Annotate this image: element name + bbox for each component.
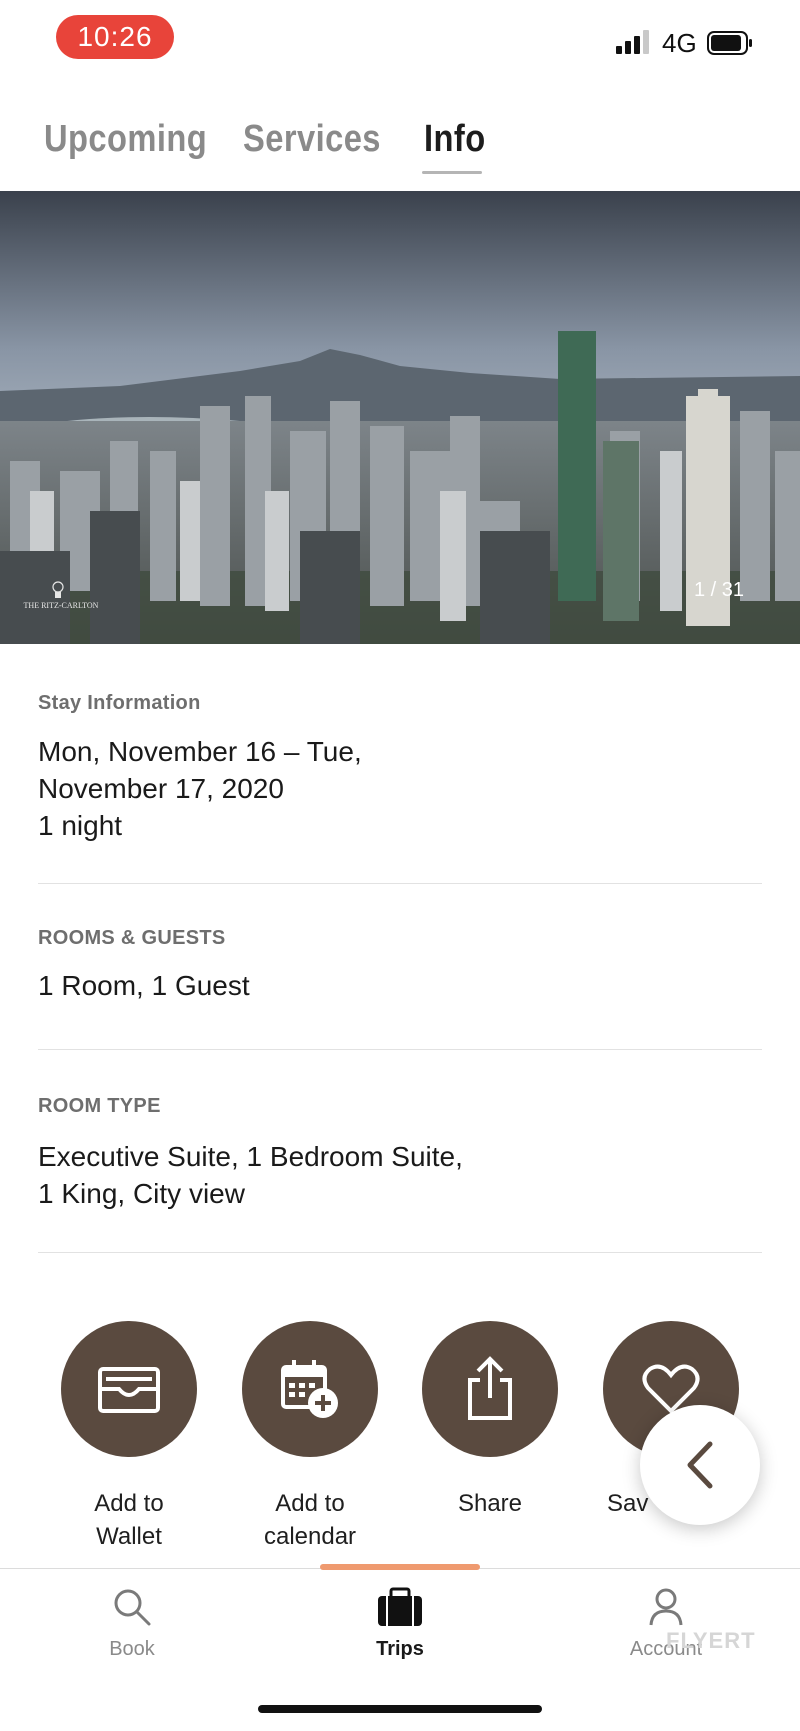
hotel-photo-carousel[interactable]: 1 / 31 xyxy=(0,191,800,644)
status-time: 10:26 xyxy=(56,15,174,59)
add-to-wallet-button[interactable]: Add to Wallet xyxy=(61,1321,197,1553)
active-tab-underline xyxy=(422,171,482,174)
chevron-left-icon xyxy=(687,1441,713,1489)
divider xyxy=(38,1049,762,1050)
top-tabs: Upcoming Services Info xyxy=(0,110,800,190)
add-to-wallet-label-line2: Wallet xyxy=(96,1523,162,1550)
stay-info-label: Stay Information xyxy=(38,692,201,714)
stay-dates-line2: November 17, 2020 xyxy=(38,773,284,804)
floating-back-button[interactable] xyxy=(640,1405,760,1525)
watermark: FLYERT xyxy=(666,1628,756,1653)
room-type-line2: 1 King, City view xyxy=(38,1178,245,1209)
calendar-add-icon xyxy=(281,1360,338,1418)
add-to-calendar-label-line2: calendar xyxy=(263,1523,357,1550)
add-to-calendar-label-line1: Add to xyxy=(275,1490,345,1517)
share-button[interactable]: Share xyxy=(422,1321,558,1520)
tab-info[interactable]: Info xyxy=(424,118,486,161)
briefcase-icon xyxy=(378,1587,422,1626)
share-label: Share xyxy=(457,1490,523,1517)
nav-book[interactable]: Book xyxy=(72,1587,192,1661)
room-type-line1: Executive Suite, 1 Bedroom Suite, xyxy=(38,1141,463,1172)
status-bar: 10:26 4G xyxy=(0,0,800,80)
divider xyxy=(38,1252,762,1253)
tab-upcoming[interactable]: Upcoming xyxy=(44,118,207,161)
tab-services[interactable]: Services xyxy=(243,118,381,161)
rooms-guests-value: 1 Room, 1 Guest xyxy=(38,970,250,1001)
add-to-calendar-circle[interactable] xyxy=(242,1321,378,1457)
svg-text:THE RITZ-CARLTON: THE RITZ-CARLTON xyxy=(24,601,99,610)
share-icon xyxy=(468,1356,512,1420)
ritz-carlton-logo: THE RITZ-CARLTON xyxy=(14,578,109,617)
cellular-signal-icon xyxy=(616,30,649,54)
home-indicator[interactable] xyxy=(258,1705,542,1713)
battery-icon xyxy=(707,31,752,55)
add-to-wallet-label-line1: Add to xyxy=(94,1490,164,1517)
add-to-wallet-circle[interactable] xyxy=(61,1321,197,1457)
divider xyxy=(38,883,762,884)
active-nav-indicator xyxy=(320,1564,480,1570)
room-type-label: ROOM TYPE xyxy=(38,1095,161,1117)
photo-counter: 1 / 31 xyxy=(693,579,744,601)
stay-nights: 1 night xyxy=(38,810,123,841)
rooms-guests-label: ROOMS & GUESTS xyxy=(38,927,226,949)
wallet-icon xyxy=(98,1367,160,1413)
add-to-calendar-button[interactable]: Add to calendar xyxy=(242,1321,378,1553)
nav-book-label: Book xyxy=(109,1638,155,1660)
nav-trips[interactable]: Trips xyxy=(340,1587,460,1661)
person-icon xyxy=(649,1588,683,1626)
share-circle[interactable] xyxy=(422,1321,558,1457)
city-skyline-photo xyxy=(0,191,800,644)
search-icon xyxy=(114,1589,151,1626)
nav-trips-label: Trips xyxy=(376,1638,424,1660)
network-type: 4G xyxy=(662,28,697,58)
stay-dates-line1: Mon, November 16 – Tue, xyxy=(38,736,362,767)
